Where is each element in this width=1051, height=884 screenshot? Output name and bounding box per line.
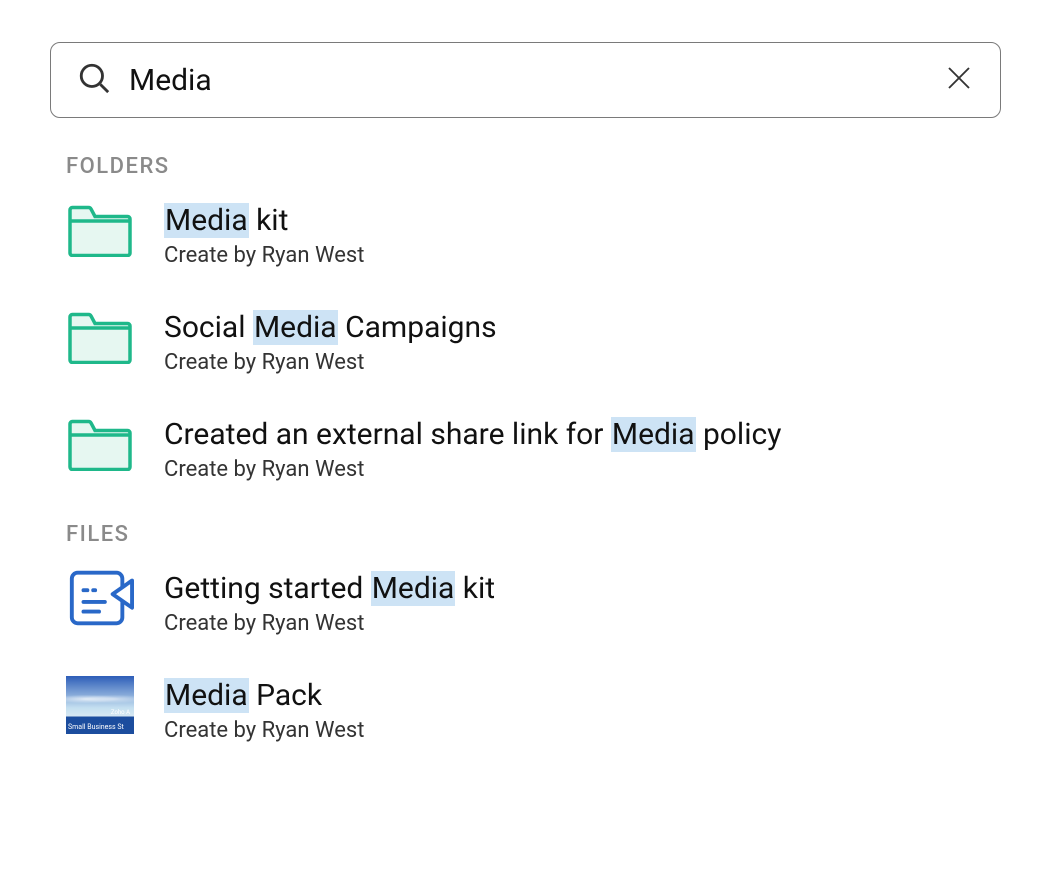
document-icon xyxy=(66,569,134,627)
folder-result-item[interactable]: Social Media Campaigns Create by Ryan We… xyxy=(66,308,1001,375)
result-title: Media kit xyxy=(164,203,364,239)
result-text: Media kit Create by Ryan West xyxy=(164,201,364,268)
result-text: Social Media Campaigns Create by Ryan We… xyxy=(164,308,497,375)
image-thumbnail: Zoho A Small Business St xyxy=(66,676,134,734)
result-subtitle: Create by Ryan West xyxy=(164,243,364,268)
result-subtitle: Create by Ryan West xyxy=(164,457,781,482)
search-bar[interactable] xyxy=(50,42,1001,118)
clear-icon[interactable] xyxy=(944,63,974,97)
folder-icon xyxy=(66,201,134,259)
image-thumbnail: Zoho A Small Business St xyxy=(66,676,134,734)
result-title: Created an external share link for Media… xyxy=(164,417,781,453)
folder-result-item[interactable]: Media kit Create by Ryan West xyxy=(66,201,1001,268)
folder-icon xyxy=(66,415,134,473)
files-section-header: FILES xyxy=(66,522,1001,547)
result-title: Media Pack xyxy=(164,678,364,714)
result-subtitle: Create by Ryan West xyxy=(164,611,495,636)
search-icon xyxy=(77,61,111,99)
folder-icon xyxy=(66,308,134,366)
file-result-item[interactable]: Getting started Media kit Create by Ryan… xyxy=(66,569,1001,636)
result-title: Social Media Campaigns xyxy=(164,310,497,346)
result-text: Created an external share link for Media… xyxy=(164,415,781,482)
result-text: Media Pack Create by Ryan West xyxy=(164,676,364,743)
search-input[interactable] xyxy=(129,63,926,98)
result-subtitle: Create by Ryan West xyxy=(164,718,364,743)
folder-result-item[interactable]: Created an external share link for Media… xyxy=(66,415,1001,482)
result-subtitle: Create by Ryan West xyxy=(164,350,497,375)
folders-section-header: FOLDERS xyxy=(66,154,1001,179)
result-title: Getting started Media kit xyxy=(164,571,495,607)
file-result-item[interactable]: Zoho A Small Business St Media Pack Crea… xyxy=(66,676,1001,743)
result-text: Getting started Media kit Create by Ryan… xyxy=(164,569,495,636)
